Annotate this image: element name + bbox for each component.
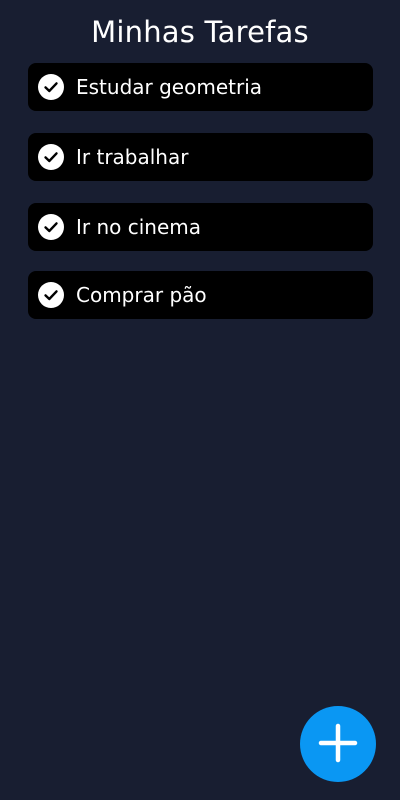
plus-icon <box>318 723 358 766</box>
task-label: Estudar geometria <box>76 75 263 99</box>
task-label: Comprar pão <box>76 283 207 307</box>
check-circle-icon[interactable] <box>38 214 64 240</box>
page-title: Minhas Tarefas <box>91 15 309 49</box>
check-circle-icon[interactable] <box>38 74 64 100</box>
task-label: Ir trabalhar <box>76 145 189 169</box>
add-task-button[interactable] <box>300 706 376 782</box>
task-label: Ir no cinema <box>76 215 202 239</box>
task-item[interactable]: Comprar pão <box>28 271 373 319</box>
task-item[interactable]: Ir no cinema <box>28 203 373 251</box>
task-list: Estudar geometria Ir trabalhar Ir no cin… <box>28 63 373 341</box>
check-circle-icon[interactable] <box>38 144 64 170</box>
check-circle-icon[interactable] <box>38 282 64 308</box>
task-item[interactable]: Estudar geometria <box>28 63 373 111</box>
task-item[interactable]: Ir trabalhar <box>28 133 373 181</box>
